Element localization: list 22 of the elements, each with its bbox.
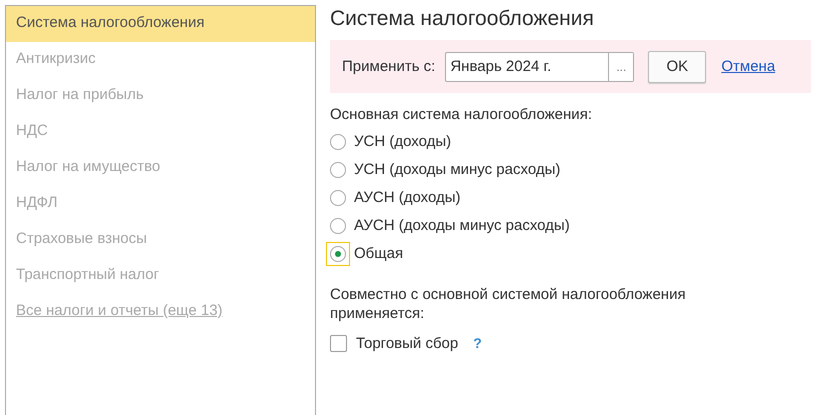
radio-label[interactable]: АУСН (доходы) <box>354 188 461 208</box>
radio-button[interactable] <box>330 218 346 234</box>
cancel-link[interactable]: Отмена <box>721 58 776 75</box>
radio-button[interactable] <box>330 190 346 206</box>
checkbox[interactable] <box>330 334 347 352</box>
radio-button[interactable] <box>330 134 346 150</box>
radio-label[interactable]: УСН (доходы) <box>354 132 452 152</box>
apply-from-label: Применить с: <box>342 58 436 75</box>
radio-label[interactable]: АУСН (доходы минус расходы) <box>354 216 570 236</box>
date-field[interactable]: Январь 2024 г. ... <box>445 52 634 82</box>
radio-button[interactable] <box>330 162 346 178</box>
radio-label[interactable]: Общая <box>354 244 404 264</box>
checkbox-label[interactable]: Торговый сбор <box>356 334 458 352</box>
radio-button[interactable] <box>330 246 346 262</box>
help-icon[interactable]: ? <box>473 334 482 352</box>
section-label: Совместно с основной системой налогообложения применяется: <box>330 285 687 323</box>
section-label: Основная система налогообложения: <box>330 105 593 125</box>
radio-label[interactable]: УСН (доходы минус расходы) <box>354 160 560 180</box>
sidebar-item[interactable]: Система налогообложения <box>6 6 315 42</box>
ok-button[interactable]: OK <box>648 50 706 82</box>
picker-button[interactable]: ... <box>608 52 634 80</box>
page-title: Система налогообложения <box>330 6 595 32</box>
